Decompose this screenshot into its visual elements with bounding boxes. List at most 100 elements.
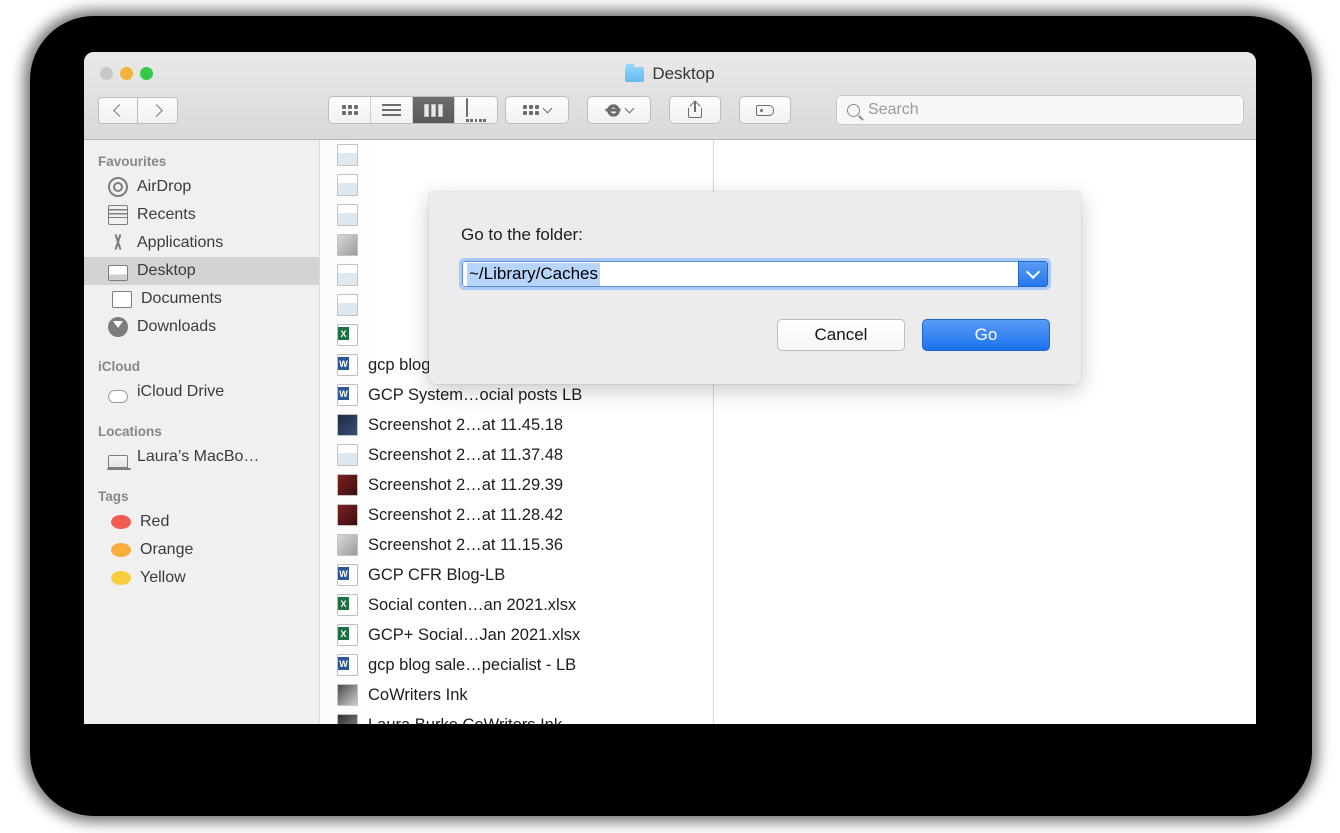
chevron-left-icon [113, 104, 126, 117]
image-thumb-icon [337, 714, 358, 724]
list-item-label: Laura Burke CoWriters Ink [368, 716, 562, 725]
grid-arrange-icon [523, 105, 539, 115]
go-button[interactable]: Go [922, 319, 1050, 351]
folder-path-value: ~/Library/Caches [467, 263, 600, 286]
airdrop-icon [108, 177, 128, 197]
arrange-button[interactable] [505, 96, 569, 124]
gallery-view-button[interactable] [455, 97, 497, 123]
list-item-label: GCP CFR Blog-LB [368, 566, 505, 585]
folder-path-dropdown-button[interactable] [1018, 261, 1048, 287]
document-thumb-icon [337, 144, 358, 166]
tag-dot-icon [111, 571, 131, 585]
list-item-label: Screenshot 2…at 11.29.39 [368, 476, 563, 495]
forward-button[interactable] [138, 97, 178, 124]
list-item[interactable]: GCP+ Social…Jan 2021.xlsx [321, 620, 713, 650]
word-doc-icon [337, 384, 358, 406]
list-item-label: Screenshot 2…at 11.37.48 [368, 446, 563, 465]
window-titlebar: Desktop [84, 52, 1256, 140]
search-input[interactable]: Search [836, 95, 1244, 125]
tags-button[interactable] [739, 96, 791, 124]
screenshot-thumb-icon [337, 474, 358, 496]
screenshot-thumb-icon [337, 534, 358, 556]
image-thumb-icon [337, 684, 358, 706]
list-item[interactable]: GCP CFR Blog-LB [321, 560, 713, 590]
finder-window: Desktop [84, 52, 1256, 724]
action-menu-button[interactable] [587, 96, 651, 124]
cancel-button[interactable]: Cancel [777, 319, 905, 351]
sidebar-item-tag-yellow[interactable]: Yellow [84, 564, 319, 592]
excel-doc-icon [337, 594, 358, 616]
back-button[interactable] [98, 97, 138, 124]
list-item-label: CoWriters Ink [368, 686, 468, 705]
sidebar-item-documents[interactable]: Documents [84, 285, 319, 313]
excel-doc-icon [337, 324, 358, 346]
window-title-text: Desktop [652, 64, 714, 84]
pdf-thumb-icon [337, 234, 358, 256]
sidebar-item-downloads[interactable]: Downloads [84, 313, 319, 341]
share-icon [688, 102, 702, 118]
list-view-button[interactable] [371, 97, 413, 123]
sidebar-item-label: Applications [137, 234, 223, 252]
word-doc-icon [337, 354, 358, 376]
document-thumb-icon [337, 294, 358, 316]
sidebar-item-recents[interactable]: Recents [84, 201, 319, 229]
list-item-label: GCP+ Social…Jan 2021.xlsx [368, 626, 580, 645]
sidebar-section-header-favourites: Favourites [84, 148, 319, 173]
screenshot-thumb-icon [337, 414, 358, 436]
grid-icon [342, 105, 358, 115]
sidebar-section-header-tags: Tags [84, 471, 319, 508]
sidebar-item-laura-macbook[interactable]: Laura’s MacBo… [84, 443, 319, 471]
sidebar[interactable]: Favourites AirDrop Recents Applications … [84, 140, 320, 724]
list-item[interactable]: Screenshot 2…at 11.29.39 [321, 470, 713, 500]
list-item-label: gcp blog sale…pecialist - LB [368, 656, 576, 675]
sidebar-item-icloud-drive[interactable]: iCloud Drive [84, 378, 319, 406]
sidebar-item-desktop[interactable]: Desktop [84, 257, 319, 285]
list-item[interactable]: Social conten…an 2021.xlsx [321, 590, 713, 620]
search-icon [847, 104, 860, 117]
sidebar-item-tag-orange[interactable]: Orange [84, 536, 319, 564]
screenshot-thumb-icon [337, 504, 358, 526]
folder-path-combobox[interactable]: ~/Library/Caches [459, 258, 1051, 290]
sidebar-item-label: Laura’s MacBo… [137, 448, 259, 466]
list-item[interactable]: CoWriters Ink [321, 680, 713, 710]
go-to-folder-dialog: Go to the folder: ~/Library/Caches Cance… [429, 192, 1081, 384]
list-item[interactable]: Laura Burke CoWriters Ink [321, 710, 713, 724]
list-item[interactable]: Screenshot 2…at 11.45.18 [321, 410, 713, 440]
list-item-label: Social conten…an 2021.xlsx [368, 596, 576, 615]
sidebar-item-applications[interactable]: Applications [84, 229, 319, 257]
dialog-label: Go to the folder: [461, 225, 583, 245]
desktop-icon [108, 265, 128, 281]
sidebar-item-label: Desktop [137, 262, 196, 280]
applications-icon [108, 233, 128, 253]
sidebar-item-label: AirDrop [137, 178, 191, 196]
icon-view-button[interactable] [329, 97, 371, 123]
list-item[interactable]: Screenshot 2…at 11.28.42 [321, 500, 713, 530]
sidebar-item-label: Red [140, 513, 169, 531]
folder-path-input[interactable]: ~/Library/Caches [462, 261, 1018, 287]
downloads-icon [108, 317, 128, 337]
list-item[interactable]: gcp blog sale…pecialist - LB [321, 650, 713, 680]
sidebar-item-label: Recents [137, 206, 196, 224]
list-item[interactable]: GCP System…ocial posts LB [321, 380, 713, 410]
sidebar-item-label: Orange [140, 541, 193, 559]
recents-icon [108, 205, 128, 225]
sidebar-item-label: iCloud Drive [137, 383, 224, 401]
list-item[interactable]: Screenshot 2…at 11.15.36 [321, 530, 713, 560]
screenshot-thumb-icon [337, 444, 358, 466]
tag-dot-icon [111, 515, 131, 529]
document-thumb-icon [337, 264, 358, 286]
list-item[interactable] [321, 140, 713, 170]
list-item[interactable]: Screenshot 2…at 11.37.48 [321, 440, 713, 470]
column-view-button[interactable] [413, 97, 455, 123]
view-mode-segmented-control[interactable] [328, 96, 498, 124]
list-item-label: Screenshot 2…at 11.28.42 [368, 506, 563, 525]
chevron-down-icon [543, 104, 553, 114]
word-doc-icon [337, 564, 358, 586]
list-item-label: GCP System…ocial posts LB [368, 386, 582, 405]
laptop-icon [108, 455, 128, 468]
share-button[interactable] [669, 96, 721, 124]
sidebar-item-tag-red[interactable]: Red [84, 508, 319, 536]
sidebar-item-airdrop[interactable]: AirDrop [84, 173, 319, 201]
search-placeholder: Search [868, 101, 919, 119]
document-thumb-icon [337, 174, 358, 196]
